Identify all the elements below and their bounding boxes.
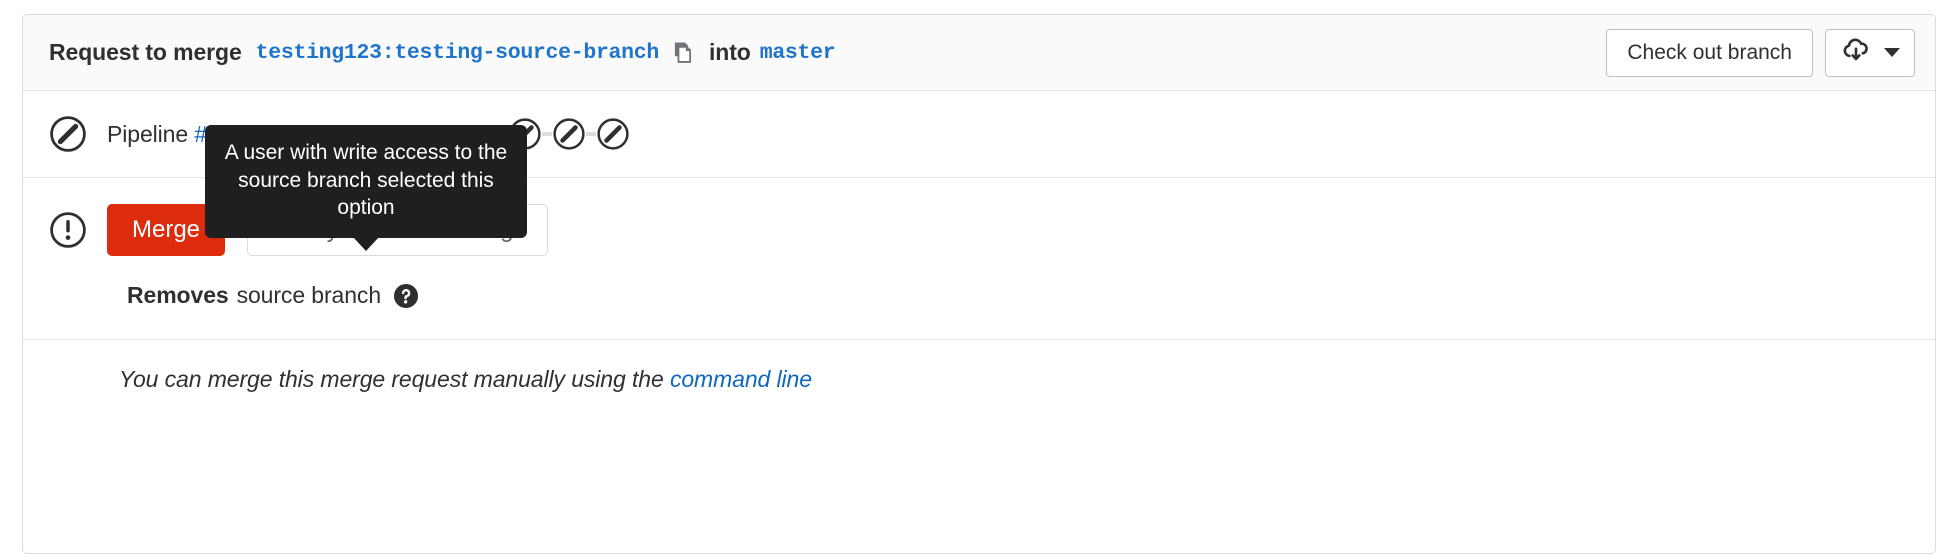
tooltip-arrow (353, 237, 379, 252)
into-label: into (708, 39, 751, 65)
command-line-link[interactable]: command line (670, 366, 812, 392)
source-branch-name: testing-source-branch (394, 40, 659, 65)
copy-to-clipboard-icon[interactable] (669, 39, 697, 67)
branch-separator: : (381, 40, 395, 65)
stage-connector (542, 132, 553, 136)
target-branch-name[interactable]: master (760, 41, 836, 65)
check-out-branch-button[interactable]: Check out branch (1606, 28, 1813, 77)
question-circle-icon[interactable] (393, 283, 419, 309)
manual-merge-text: You can merge this merge request manuall… (119, 366, 664, 392)
widget-header: Request to merge testing123:testing-sour… (23, 15, 1935, 91)
warning-exclamation-icon (49, 211, 87, 249)
merge-request-title: Request to merge testing123:testing-sour… (49, 39, 836, 67)
manual-merge-section: You can merge this merge request manuall… (23, 340, 1935, 419)
header-actions: Check out branch (1606, 28, 1915, 77)
source-branch-label[interactable]: testing123:testing-source-branch (255, 40, 660, 65)
merge-request-widget: Request to merge testing123:testing-sour… (22, 14, 1936, 554)
removes-label: Removes (127, 282, 229, 308)
merge-option-tooltip: A user with write access to the source b… (205, 125, 527, 252)
removes-source-branch-row: Removes source branch (127, 282, 1909, 309)
pipeline-label: Pipeline (107, 120, 189, 147)
tooltip-text: A user with write access to the source b… (224, 141, 508, 220)
source-namespace: testing123 (255, 40, 382, 65)
manual-merge-row: You can merge this merge request manuall… (23, 340, 1935, 419)
cloud-download-icon (1842, 36, 1870, 70)
status-canceled-icon[interactable] (49, 115, 87, 153)
merge-title-prefix: Request to merge (49, 39, 242, 65)
stage-status-canceled-icon[interactable] (596, 117, 630, 151)
stage-connector (586, 132, 597, 136)
download-dropdown-button[interactable] (1825, 28, 1915, 77)
stage-status-canceled-icon[interactable] (552, 117, 586, 151)
chevron-down-icon (1884, 48, 1900, 57)
merge-section: Merge Modify commit message Removes sour… (23, 125, 1935, 340)
removes-source-branch-text: source branch (236, 282, 382, 308)
